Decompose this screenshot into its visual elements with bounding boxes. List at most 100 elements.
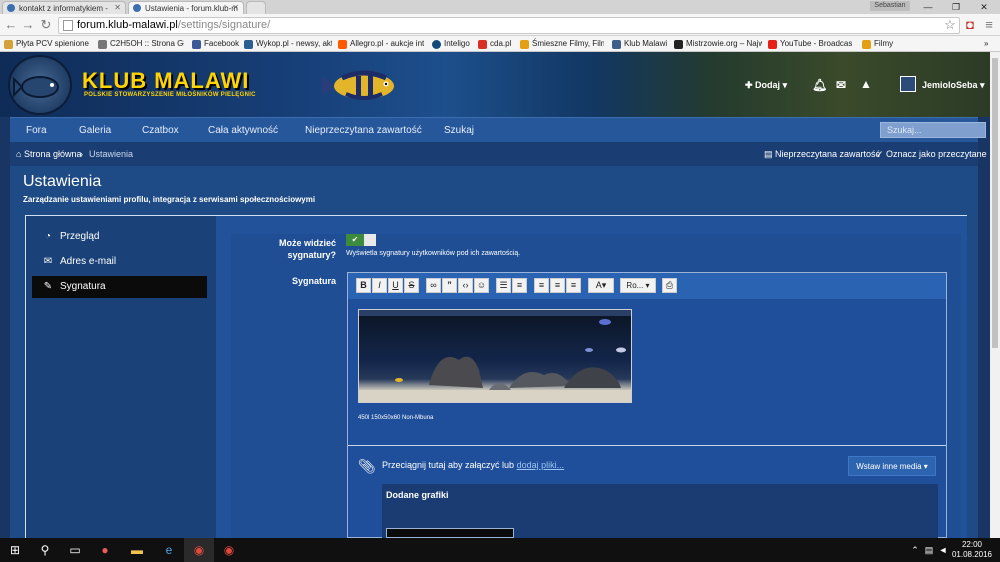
browser-tab[interactable]: kontakt z informatykiem - ✕ (2, 1, 126, 14)
logo-title[interactable]: KLUB MALAWI (82, 68, 249, 94)
bookmark-item[interactable]: cda.pl (478, 38, 514, 50)
close-icon[interactable]: ✕ (232, 3, 239, 12)
strikethrough-icon[interactable]: S (404, 278, 419, 293)
app-icon[interactable]: ● (90, 538, 120, 562)
user-menu-button[interactable]: JemioloSeba ▾ (922, 80, 985, 91)
bookmark-item[interactable]: Klub Malawi (612, 38, 668, 50)
browser-tab-active[interactable]: Ustawienia - forum.klub-m ✕ (128, 1, 244, 14)
sidebar-item-overview[interactable]: ◔ Przegląd (32, 226, 207, 248)
bookmark-item[interactable]: Filmy (862, 38, 902, 50)
unread-link[interactable]: ▤ Nieprzeczytana zawartość (764, 149, 880, 160)
clock-time: 22:00 (961, 540, 983, 549)
ublock-icon[interactable]: ◘ (962, 17, 978, 33)
attachment-area[interactable]: 📎︎ Przeciągnij tutaj aby załączyć lub do… (348, 445, 946, 538)
signature-editor[interactable]: B I U S ∞ ” ‹› ☺ ☰ ≡ ≡ ≡ ≡ A▾ Ro... ▾ ⎙ (347, 272, 947, 538)
file-explorer-icon[interactable]: ▬ (122, 538, 152, 562)
bookmarks-overflow-icon[interactable]: » (984, 38, 996, 50)
bookmark-label: Klub Malawi (624, 39, 668, 48)
numbered-list-icon[interactable]: ≡ (512, 278, 527, 293)
bookmark-label: cda.pl (490, 39, 512, 48)
page-title: Ustawienia (23, 173, 102, 190)
code-icon[interactable]: ‹› (458, 278, 473, 293)
bookmark-item[interactable]: Wykop.pl - newsy, akt (244, 38, 332, 50)
window-close-icon[interactable]: ✕ (970, 0, 998, 14)
italic-icon[interactable]: I (372, 278, 387, 293)
nav-item-unread[interactable]: Nieprzeczytana zawartość (305, 125, 422, 136)
chrome-icon[interactable]: ◉ (184, 538, 214, 562)
search-input[interactable]: Szukaj... (880, 122, 986, 138)
url-input[interactable]: forum.klub-malawi.pl/settings/signature/ (58, 17, 960, 34)
font-select-value: Ro... (626, 281, 644, 290)
bookmark-item[interactable]: YouTube - Broadcast (768, 38, 852, 50)
toggle-knob (364, 234, 376, 246)
insert-media-button[interactable]: Wstaw inne media ▾ (848, 456, 936, 476)
nav-item-galeria[interactable]: Galeria (79, 125, 111, 136)
envelope-icon[interactable]: ✉ (836, 78, 846, 92)
sidebar-item-signature[interactable]: ✎ Sygnatura (32, 276, 207, 298)
menu-icon[interactable]: ≡ (981, 17, 997, 33)
bookmarks-bar: Płyta PCV spienione k C2H5OH :: Strona G… (0, 36, 1000, 52)
font-select[interactable]: Ro... ▾ (620, 278, 656, 293)
edge-icon[interactable]: e (154, 538, 184, 562)
align-left-icon[interactable]: ≡ (534, 278, 549, 293)
bookmark-item[interactable]: Śmieszne Filmy, Filmi (520, 38, 604, 50)
upload-thumbnail[interactable] (386, 528, 514, 538)
add-menu-button[interactable]: ✚ Dodaj ▾ (745, 80, 787, 91)
bookmark-label: Mistrzowie.org – Najw (686, 39, 762, 48)
mark-read-link[interactable]: ✓ Oznacz jako przeczytane (876, 149, 987, 160)
nav-item-fora[interactable]: Fora (26, 125, 47, 136)
bell-icon[interactable]: 🔔︎ (812, 78, 827, 92)
can-see-label: Może widzieć sygnatury? (278, 238, 336, 260)
preview-icon[interactable]: ⎙ (662, 278, 677, 293)
bookmark-item[interactable]: Płyta PCV spienione k (4, 38, 90, 50)
reload-icon[interactable]: ↻ (38, 17, 54, 33)
logo-emblem[interactable] (8, 55, 72, 115)
chrome-icon[interactable]: ◉ (214, 538, 244, 562)
facebook-icon (192, 40, 201, 49)
back-icon[interactable]: ← (3, 17, 19, 33)
underline-icon[interactable]: U (388, 278, 403, 293)
insert-media-label: Wstaw inne media (856, 462, 922, 471)
avatar[interactable] (900, 76, 916, 92)
clock[interactable]: 22:00 01.08.2016 (950, 540, 994, 560)
add-files-link[interactable]: dodaj pliki... (517, 460, 565, 470)
nav-item-czatbox[interactable]: Czatbox (142, 125, 179, 136)
sidebar-item-email[interactable]: ✉ Adres e-mail (32, 251, 207, 273)
bookmark-item[interactable]: C2H5OH :: Strona Głó (98, 38, 184, 50)
browser-user-chip[interactable]: Sebastian (870, 1, 910, 11)
bookmark-item[interactable]: Inteligo (432, 38, 474, 50)
close-icon[interactable]: ✕ (114, 3, 121, 12)
nav-item-search[interactable]: Szukaj (444, 125, 474, 136)
bold-icon[interactable]: B (356, 278, 371, 293)
minimize-icon[interactable]: — (914, 0, 942, 14)
restore-icon[interactable]: ❐ (942, 0, 970, 14)
search-icon[interactable]: ⚲ (30, 538, 60, 562)
breadcrumb: ⌂ Strona główna › Ustawienia ▤ Nieprzecz… (10, 142, 987, 166)
forward-icon[interactable]: → (20, 17, 36, 33)
link-icon[interactable]: ∞ (426, 278, 441, 293)
warning-icon[interactable]: ▲ (860, 77, 872, 91)
bookmark-item[interactable]: Mistrzowie.org – Najw (674, 38, 762, 50)
breadcrumb-home[interactable]: ⌂ Strona główna (16, 149, 81, 159)
bullet-list-icon[interactable]: ☰ (496, 278, 511, 293)
windows-start-icon[interactable]: ⊞ (0, 538, 30, 562)
breadcrumb-current: Ustawienia (89, 149, 134, 159)
bookmark-item[interactable]: Facebook (192, 38, 242, 50)
site-header: KLUB MALAWI POLSKIE STOWARZYSZENIE MIŁOŚ… (0, 52, 990, 117)
editor-body[interactable]: 450l 150x50x60 Non-Mbuna (348, 299, 946, 445)
drop-text: Przeciągnij tutaj aby załączyć lub (382, 460, 515, 470)
bookmark-label: Filmy (874, 39, 894, 48)
inteligo-icon (432, 40, 441, 49)
emoji-icon[interactable]: ☺ (474, 278, 489, 293)
sidebar-item-label: Przegląd (60, 231, 100, 242)
quote-icon[interactable]: ” (442, 278, 457, 293)
task-view-icon[interactable]: ▭ (60, 538, 90, 562)
star-icon[interactable]: ☆ (942, 17, 958, 33)
align-center-icon[interactable]: ≡ (550, 278, 565, 293)
font-color-icon[interactable]: A▾ (588, 278, 614, 293)
scrollbar-thumb[interactable] (992, 58, 998, 348)
align-right-icon[interactable]: ≡ (566, 278, 581, 293)
bookmark-item[interactable]: Allegro.pl - aukcje int (338, 38, 424, 50)
nav-item-activity[interactable]: Cała aktywność (208, 125, 278, 136)
new-tab-button[interactable] (246, 1, 266, 14)
